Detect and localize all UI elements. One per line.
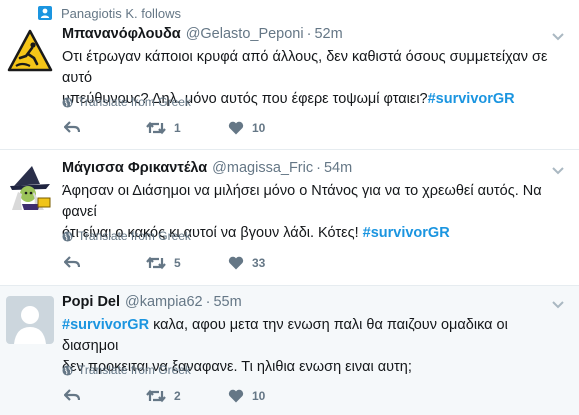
tweet-header: Μάγισσα Φρικαντέλα @magissa_Fric · 54m [62,160,352,176]
retweet-count: 1 [174,121,181,135]
retweet-count: 5 [174,256,181,270]
display-name[interactable]: Μάγισσα Φρικαντέλα [62,160,207,176]
translate-link[interactable]: Translate from Greek [62,363,191,377]
reply-button[interactable] [64,389,80,401]
like-count: 10 [252,389,266,403]
globe-icon [62,96,73,108]
globe-icon [62,364,73,376]
avatar[interactable] [6,296,54,344]
retweet-icon [146,121,166,135]
avatar[interactable] [6,164,54,212]
tweet[interactable]: Panagiotis K. follows Μπανανόφλουδα @Gel… [0,0,579,150]
hashtag-link[interactable]: #survivorGR [428,91,515,107]
avatar[interactable] [6,28,54,76]
heart-icon [228,389,244,403]
heart-icon [228,256,244,270]
chevron-down-icon[interactable] [551,166,565,176]
username[interactable]: @Gelasto_Peponi [186,26,304,42]
reply-icon [64,121,80,133]
timestamp[interactable]: 55m [213,294,241,310]
tweet-header: Μπανανόφλουδα @Gelasto_Peponi · 52m [62,26,343,42]
username[interactable]: @magissa_Fric [212,160,313,176]
tweet[interactable]: Μάγισσα Φρικαντέλα @magissa_Fric · 54m Ά… [0,150,579,286]
username[interactable]: @kampia62 [125,294,203,310]
hashtag-link[interactable]: #survivorGR [62,317,149,333]
chevron-down-icon[interactable] [551,300,565,310]
tweet-text-line: Οτι έτρωγαν κάποιοι κρυφά από άλλους, δε… [62,49,548,86]
like-button[interactable]: 10 [228,121,265,135]
reply-icon [64,389,80,401]
social-context: Panagiotis K. follows [38,5,181,21]
reply-button[interactable] [64,256,80,268]
hashtag-link[interactable]: #survivorGR [363,225,450,241]
retweet-icon [146,256,166,270]
translate-label: Translate from Greek [78,95,191,109]
display-name[interactable]: Μπανανόφλουδα [62,26,181,42]
like-button[interactable]: 33 [228,256,265,270]
translate-link[interactable]: Translate from Greek [62,229,191,243]
like-count: 33 [252,256,266,270]
separator: · [205,294,211,310]
timestamp[interactable]: 54m [324,160,352,176]
retweet-count: 2 [174,389,181,403]
translate-label: Translate from Greek [78,229,191,243]
separator: · [306,26,312,42]
display-name[interactable]: Popi Del [62,294,120,310]
timestamp[interactable]: 52m [314,26,342,42]
retweet-button[interactable]: 1 [146,121,181,135]
translate-link[interactable]: Translate from Greek [62,95,191,109]
like-count: 10 [252,121,266,135]
social-context-text: Panagiotis K. follows [61,5,181,21]
retweet-icon [146,389,166,403]
heart-icon [228,121,244,135]
retweet-button[interactable]: 2 [146,389,181,403]
tweet-text-line: Άφησαν οι Διάσημοι να μιλήσει μόνο ο Ντά… [62,183,542,220]
like-button[interactable]: 10 [228,389,265,403]
translate-label: Translate from Greek [78,363,191,377]
tweet-header: Popi Del @kampia62 · 55m [62,294,242,310]
reply-icon [64,256,80,268]
chevron-down-icon[interactable] [551,32,565,42]
globe-icon [62,230,73,242]
retweet-button[interactable]: 5 [146,256,181,270]
tweet[interactable]: Popi Del @kampia62 · 55m #survivorGR καλ… [0,286,579,415]
person-icon [38,6,52,20]
reply-button[interactable] [64,121,80,133]
separator: · [316,160,321,176]
